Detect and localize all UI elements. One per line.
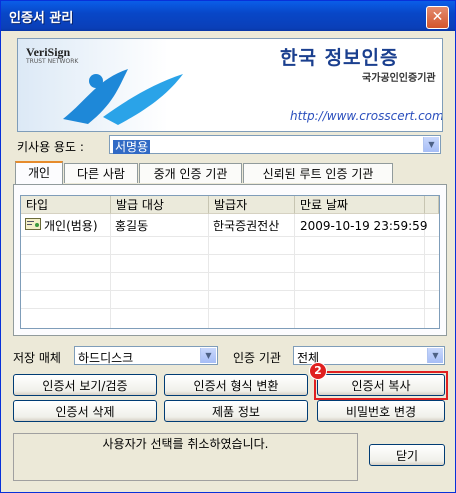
- title-bar[interactable]: 인증서 관리 ✕: [1, 1, 455, 31]
- logo-subtitle: 국가공인인증기관: [362, 73, 436, 84]
- storage-select[interactable]: 하드디스크 ▼: [74, 346, 218, 365]
- grid-line: [294, 214, 295, 328]
- certificate-icon: [25, 218, 41, 234]
- product-info-button[interactable]: 제품 정보: [164, 400, 308, 422]
- tab-panel: 타입 발급 대상 발급자 만료 날짜 개인(범용) 홍길동 한국증권전산 200…: [13, 184, 447, 336]
- tab-trusted-root-ca[interactable]: 신뢰된 루트 인증 기관: [243, 163, 393, 183]
- chevron-down-icon[interactable]: ▼: [423, 137, 439, 152]
- grid-line: [21, 290, 439, 291]
- column-header-expiry[interactable]: 만료 날짜: [295, 196, 425, 214]
- tab-personal[interactable]: 개인: [15, 161, 63, 184]
- korea-crosscert-logo: 한국 정보인증: [280, 47, 399, 69]
- tab-intermediate-ca[interactable]: 중개 인증 기관: [139, 163, 242, 183]
- storage-value: 하드디스크: [78, 351, 134, 365]
- certificate-list[interactable]: 타입 발급 대상 발급자 만료 날짜 개인(범용) 홍길동 한국증권전산 200…: [20, 195, 440, 329]
- crosscert-url: http://www.crosscert.com: [290, 109, 443, 123]
- close-window-button[interactable]: ✕: [426, 6, 449, 29]
- view-certificate-button[interactable]: 인증서 보기/검증: [13, 374, 157, 396]
- ca-label: 인증 기관: [233, 351, 281, 365]
- grid-line: [21, 236, 439, 237]
- grid-line: [21, 254, 439, 255]
- row-type: 개인(범용): [44, 219, 98, 233]
- chevron-down-icon[interactable]: ▼: [427, 348, 443, 363]
- swoosh-figure-icon: [63, 69, 183, 125]
- key-usage-select[interactable]: 서명용 ▼: [109, 135, 441, 154]
- step-badge: 2: [309, 362, 327, 380]
- window-title: 인증서 관리: [9, 11, 74, 26]
- chevron-down-icon[interactable]: ▼: [200, 348, 216, 363]
- row-issuer: 한국증권전산: [213, 219, 280, 233]
- key-usage-value: 서명용: [113, 140, 151, 154]
- close-button[interactable]: 닫기: [369, 444, 445, 466]
- crosscert-banner: VeriSign TRUST NETWORK 한국 정보인증 국가공인인증기관 …: [17, 38, 443, 132]
- grid-line: [208, 214, 209, 328]
- delete-certificate-button[interactable]: 인증서 삭제: [13, 400, 157, 422]
- column-header-type[interactable]: 타입: [21, 196, 111, 214]
- row-subject: 홍길동: [115, 219, 149, 233]
- status-box: 사용자가 선택를 취소하였습니다.: [13, 433, 358, 481]
- tab-other-people[interactable]: 다른 사람: [64, 163, 138, 183]
- column-header-subject[interactable]: 발급 대상: [111, 196, 209, 214]
- grid-line: [21, 308, 439, 309]
- change-password-button[interactable]: 비밀번호 변경: [317, 400, 445, 422]
- status-message: 사용자가 선택를 취소하였습니다.: [102, 437, 269, 451]
- storage-label: 저장 매체: [13, 351, 61, 365]
- key-usage-label: 키사용 용도 :: [17, 140, 84, 154]
- row-expiry: 2009-10-19 23:59:59: [300, 219, 428, 233]
- column-header-issuer[interactable]: 발급자: [209, 196, 295, 214]
- copy-button-highlight: [314, 371, 448, 400]
- column-header-filler: [425, 196, 439, 214]
- convert-format-button[interactable]: 인증서 형식 변환: [164, 374, 308, 396]
- certificate-manager-window: 인증서 관리 ✕ VeriSign TRUST NETWORK 한국 정보인증 …: [0, 0, 456, 493]
- grid-line: [21, 272, 439, 273]
- grid-line: [110, 214, 111, 328]
